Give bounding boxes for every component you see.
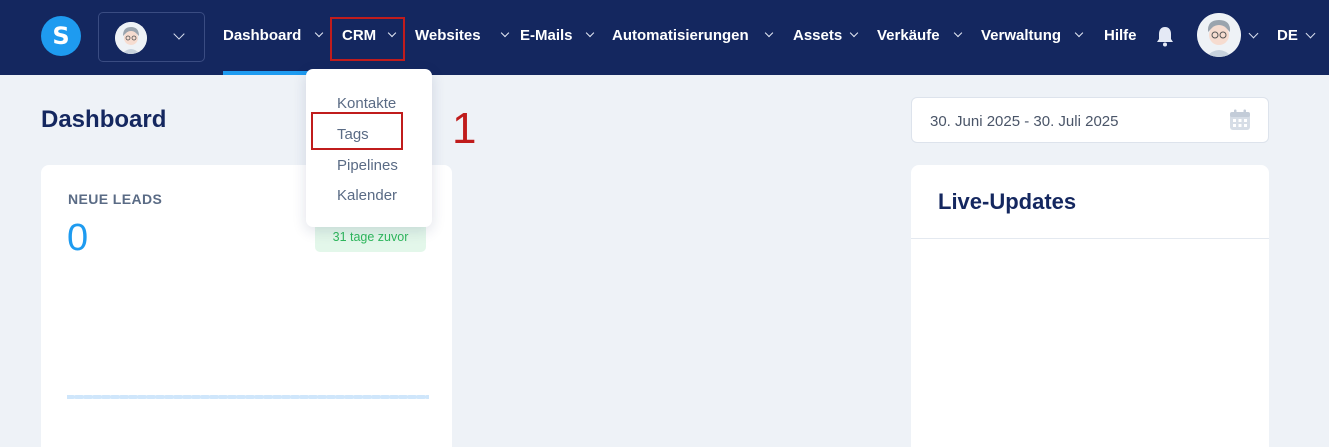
crm-highlight-box bbox=[330, 17, 405, 61]
page-title: Dashboard bbox=[41, 106, 167, 133]
nav-websites-label: Websites bbox=[415, 27, 481, 44]
language-label: DE bbox=[1277, 27, 1298, 44]
new-leads-value: 0 bbox=[67, 217, 89, 259]
app-logo[interactable]: S bbox=[41, 16, 81, 56]
live-updates-card: Live-Updates bbox=[911, 165, 1269, 447]
chevron-down-icon bbox=[764, 28, 774, 38]
chevron-down-icon bbox=[314, 28, 324, 38]
calendar-icon bbox=[1230, 109, 1250, 130]
chevron-down-icon bbox=[1074, 28, 1084, 38]
nav-dashboard[interactable]: Dashboard bbox=[223, 27, 324, 44]
top-navigation-bar: S Dashboard CRM Websites E-Mails Automat… bbox=[0, 0, 1329, 75]
chevron-down-icon bbox=[953, 28, 963, 38]
divider bbox=[911, 238, 1269, 239]
trend-caption: 31 tage zuvor bbox=[332, 230, 409, 244]
nav-verkaeufe[interactable]: Verkäufe bbox=[877, 27, 963, 44]
chevron-down-icon bbox=[173, 28, 185, 40]
menu-item-pipelines[interactable]: Pipelines bbox=[337, 157, 398, 174]
active-nav-indicator bbox=[223, 71, 308, 75]
chevron-down-icon bbox=[585, 28, 595, 38]
nav-hilfe[interactable]: Hilfe bbox=[1104, 27, 1137, 44]
date-range-picker[interactable]: 30. Juni 2025 - 30. Juli 2025 bbox=[911, 97, 1269, 143]
nav-verkaeufe-label: Verkäufe bbox=[877, 27, 940, 44]
chevron-down-icon bbox=[500, 28, 510, 38]
new-leads-label: NEUE LEADS bbox=[68, 191, 163, 207]
chevron-down-icon bbox=[849, 28, 859, 38]
leads-sparkline bbox=[67, 395, 429, 399]
live-updates-title: Live-Updates bbox=[938, 189, 1077, 214]
bell-icon[interactable] bbox=[1155, 25, 1175, 47]
step-number-annotation: 1 bbox=[452, 104, 477, 153]
nav-emails-label: E-Mails bbox=[520, 27, 573, 44]
nav-verwaltung[interactable]: Verwaltung bbox=[981, 27, 1084, 44]
nav-assets[interactable]: Assets bbox=[793, 27, 859, 44]
chevron-down-icon[interactable] bbox=[1248, 28, 1259, 39]
nav-hilfe-label: Hilfe bbox=[1104, 27, 1137, 44]
tags-highlight-box bbox=[311, 112, 403, 150]
account-switcher[interactable] bbox=[98, 12, 205, 62]
nav-automatisierungen-label: Automatisierungen bbox=[612, 27, 749, 44]
account-avatar bbox=[115, 22, 147, 54]
nav-verwaltung-label: Verwaltung bbox=[981, 27, 1062, 44]
menu-item-kontakte[interactable]: Kontakte bbox=[337, 95, 396, 112]
date-range-value: 30. Juni 2025 - 30. Juli 2025 bbox=[930, 113, 1119, 130]
user-avatar[interactable] bbox=[1197, 13, 1241, 57]
nav-assets-label: Assets bbox=[793, 27, 843, 44]
nav-websites[interactable]: Websites bbox=[415, 27, 510, 44]
language-selector[interactable]: DE bbox=[1277, 27, 1298, 44]
menu-item-kalender[interactable]: Kalender bbox=[337, 187, 397, 204]
nav-emails[interactable]: E-Mails bbox=[520, 27, 595, 44]
nav-dashboard-label: Dashboard bbox=[223, 27, 302, 44]
nav-automatisierungen[interactable]: Automatisierungen bbox=[612, 27, 774, 44]
chevron-down-icon bbox=[1305, 28, 1316, 39]
